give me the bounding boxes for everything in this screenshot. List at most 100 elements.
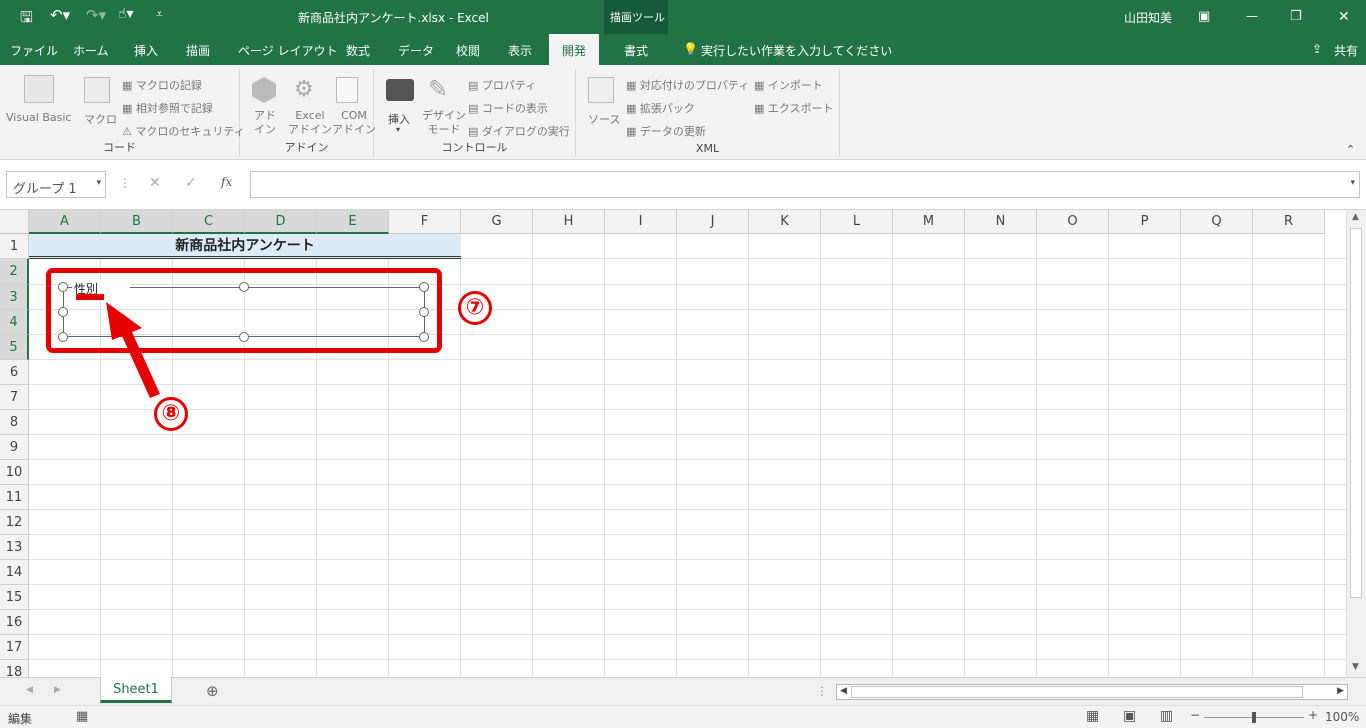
horizontal-scroll-thumb[interactable]	[851, 686, 1303, 698]
macro-button[interactable]: マクロ	[84, 111, 117, 127]
row-header-16[interactable]: 16	[0, 610, 29, 635]
row-header-11[interactable]: 11	[0, 485, 29, 510]
properties-button[interactable]: ▤ プロパティ	[468, 77, 536, 93]
scroll-left-icon[interactable]: ◀	[840, 686, 847, 696]
prev-sheet-icon[interactable]: ◀	[26, 685, 33, 695]
scroll-down-icon[interactable]: ▼	[1352, 662, 1359, 672]
record-macro-button[interactable]: ▦ マクロの記録	[122, 77, 202, 93]
relative-ref-button[interactable]: ▦ 相対参照で記録	[122, 100, 213, 116]
name-box-dropdown-icon[interactable]: ▾	[96, 178, 101, 188]
macro-security-button[interactable]: ⚠ マクロのセキュリティ	[122, 123, 245, 139]
close-icon[interactable]: ✕	[1338, 9, 1350, 25]
row-header-18[interactable]: 18	[0, 660, 29, 677]
scroll-up-icon[interactable]: ▲	[1352, 212, 1359, 222]
row-header-15[interactable]: 15	[0, 585, 29, 610]
column-header-e[interactable]: E	[317, 210, 389, 234]
ribbon-display-icon[interactable]: ▣	[1198, 9, 1210, 24]
row-header-1[interactable]: 1	[0, 234, 29, 259]
tab-developer[interactable]: 開発	[549, 34, 599, 65]
column-header-n[interactable]: N	[965, 210, 1037, 234]
row-header-8[interactable]: 8	[0, 410, 29, 435]
zoom-level[interactable]: 100%	[1325, 710, 1359, 724]
column-header-m[interactable]: M	[893, 210, 965, 234]
com-addin-button[interactable]: COM アドイン	[332, 109, 376, 137]
touch-mode-icon[interactable]: ☝▾	[118, 6, 134, 22]
zoom-in-icon[interactable]: +	[1308, 708, 1318, 722]
select-all-corner[interactable]	[0, 210, 29, 234]
tab-review[interactable]: 校閲	[456, 42, 480, 59]
user-name[interactable]: 山田知美	[1124, 9, 1172, 26]
worksheet-grid[interactable]: ABCDEFGHIJKLMNOPQR 1 2 3 4 5 6 7 8 9 10 11 12 13 14 15…	[0, 210, 1346, 677]
row-header-7[interactable]: 7	[0, 385, 29, 410]
export-button[interactable]: ▦ エクスポート	[754, 100, 834, 116]
row-header-3[interactable]: 3	[0, 285, 29, 310]
name-box[interactable]: グループ 1 ▾	[6, 171, 106, 198]
run-dialog-button[interactable]: ▤ ダイアログの実行	[468, 123, 570, 139]
row-header-13[interactable]: 13	[0, 535, 29, 560]
insert-dropdown-icon[interactable]: ▾	[396, 125, 400, 134]
collapse-ribbon-icon[interactable]: ⌃	[1346, 143, 1355, 156]
column-header-o[interactable]: O	[1037, 210, 1109, 234]
scroll-right-icon[interactable]: ▶	[1337, 686, 1344, 696]
column-header-g[interactable]: G	[461, 210, 533, 234]
column-header-q[interactable]: Q	[1181, 210, 1253, 234]
tab-draw[interactable]: 描画	[186, 42, 210, 59]
tab-file[interactable]: ファイル	[10, 42, 58, 59]
minimize-icon[interactable]: —	[1246, 9, 1258, 23]
tab-home[interactable]: ホーム	[73, 42, 109, 59]
page-layout-view-icon[interactable]: ▣	[1123, 708, 1136, 724]
redo-icon[interactable]: ↷▾	[86, 6, 106, 24]
tab-split-grip-icon[interactable]: ⋮	[816, 684, 828, 698]
insert-function-button[interactable]: fx	[221, 175, 232, 189]
design-mode-button[interactable]: デザイン モード	[422, 109, 466, 137]
column-header-f[interactable]: F	[389, 210, 461, 234]
tab-formulas[interactable]: 数式	[346, 42, 370, 59]
import-button[interactable]: ▦ インポート	[754, 77, 823, 93]
row-header-4[interactable]: 4	[0, 310, 29, 335]
tell-me-box[interactable]: 実行したい作業を入力してください	[701, 42, 892, 59]
sheet-title-cell[interactable]: 新商品社内アンケート	[29, 234, 461, 259]
row-header-2[interactable]: 2	[0, 259, 29, 285]
formula-input[interactable]: ▾	[250, 171, 1360, 198]
visual-basic-button[interactable]: Visual Basic	[6, 111, 71, 124]
addin-button[interactable]: アド イン	[254, 109, 276, 137]
zoom-out-icon[interactable]: −	[1190, 708, 1200, 722]
next-sheet-icon[interactable]: ▶	[54, 685, 61, 695]
row-header-9[interactable]: 9	[0, 435, 29, 460]
refresh-data-button[interactable]: ▦ データの更新	[626, 123, 706, 139]
view-code-button[interactable]: ▤ コードの表示	[468, 100, 548, 116]
excel-addin-button[interactable]: Excel アドイン	[288, 109, 332, 137]
column-header-k[interactable]: K	[749, 210, 821, 234]
normal-view-icon[interactable]: ▦	[1086, 708, 1099, 724]
column-header-p[interactable]: P	[1109, 210, 1181, 234]
column-header-j[interactable]: J	[677, 210, 749, 234]
add-sheet-icon[interactable]: ⊕	[206, 682, 219, 700]
save-icon[interactable]: 🖫	[20, 7, 33, 32]
zoom-slider-thumb[interactable]	[1252, 712, 1256, 723]
column-header-d[interactable]: D	[245, 210, 317, 234]
scroll-thumb[interactable]	[1350, 228, 1362, 598]
restore-icon[interactable]: ❐	[1290, 9, 1302, 24]
row-header-14[interactable]: 14	[0, 560, 29, 585]
column-header-b[interactable]: B	[101, 210, 173, 234]
row-header-12[interactable]: 12	[0, 510, 29, 535]
expand-formula-icon[interactable]: ▾	[1350, 178, 1355, 188]
column-header-h[interactable]: H	[533, 210, 605, 234]
tab-data[interactable]: データ	[398, 42, 434, 59]
row-header-5[interactable]: 5	[0, 335, 29, 360]
source-button[interactable]: ソース	[588, 111, 620, 127]
tab-view[interactable]: 表示	[508, 42, 532, 59]
column-header-c[interactable]: C	[173, 210, 245, 234]
enter-icon[interactable]: ✓	[185, 175, 197, 191]
vertical-scrollbar[interactable]: ▲ ▼	[1346, 210, 1366, 677]
undo-icon[interactable]: ↶▾	[50, 6, 70, 24]
customize-qat-icon[interactable]: ⩡	[156, 7, 163, 22]
row-header-10[interactable]: 10	[0, 460, 29, 485]
sheet-tab[interactable]: Sheet1	[100, 677, 172, 703]
tab-insert[interactable]: 挿入	[134, 42, 158, 59]
page-break-view-icon[interactable]: ▥	[1160, 708, 1173, 724]
column-header-r[interactable]: R	[1253, 210, 1325, 234]
macro-record-icon[interactable]: ▦	[76, 709, 88, 724]
map-properties-button[interactable]: ▦ 対応付けのプロパティ	[626, 77, 749, 93]
share-button[interactable]: 共有	[1334, 42, 1358, 59]
